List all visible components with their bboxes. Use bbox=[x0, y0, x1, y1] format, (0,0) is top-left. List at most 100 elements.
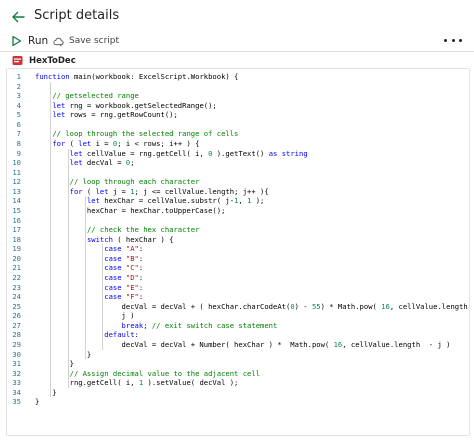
indent-guide bbox=[85, 196, 86, 360]
code-editor[interactable]: 1 function main(workbook: ExcelScript.Wor… bbox=[6, 68, 470, 436]
toolbar: Run Save script bbox=[0, 32, 474, 50]
line-code: switch ( hexChar ) { bbox=[86, 234, 174, 244]
office-script-icon bbox=[12, 56, 23, 65]
code-line[interactable]: 7 // loop through the selected range of … bbox=[7, 129, 469, 139]
line-number: 34 bbox=[12, 387, 21, 397]
code-line[interactable]: 5 let rows = rng.getRowCount(); bbox=[7, 110, 469, 120]
code-line[interactable]: 29 decVal = decVal + Number( hexChar ) *… bbox=[7, 340, 469, 350]
line-number: 24 bbox=[12, 292, 21, 302]
code-line[interactable]: 15 hexChar = hexChar.toUpperCase(); bbox=[7, 206, 469, 216]
code-line[interactable]: 34 } bbox=[7, 388, 469, 398]
line-number: 11 bbox=[12, 167, 21, 177]
line-number: 27 bbox=[12, 320, 21, 330]
run-button[interactable]: Run bbox=[11, 32, 48, 50]
code-line[interactable]: 12 // loop through each character bbox=[7, 177, 469, 187]
code-line[interactable]: 23 case "E": bbox=[7, 283, 469, 293]
line-number: 14 bbox=[12, 196, 21, 206]
code-line[interactable]: 10 let decVal = 0; bbox=[7, 158, 469, 168]
code-line[interactable]: 4 let rng = workbook.getSelectedRange(); bbox=[7, 101, 469, 111]
more-options-icon bbox=[444, 38, 447, 42]
line-number: 15 bbox=[12, 205, 21, 215]
code-line[interactable]: 25 decVal = decVal + ( hexChar.charCodeA… bbox=[7, 302, 469, 312]
play-icon bbox=[12, 35, 22, 47]
arrow-left-icon[interactable] bbox=[11, 10, 25, 24]
line-code: let hexChar = cellValue.substr( j-1, 1 )… bbox=[86, 196, 265, 206]
line-number: 17 bbox=[12, 225, 21, 235]
line-number: 33 bbox=[12, 378, 21, 388]
line-number: 20 bbox=[12, 253, 21, 263]
line-number: 26 bbox=[12, 311, 21, 321]
code-line[interactable]: 28 default: bbox=[7, 330, 469, 340]
page-title: Script details bbox=[34, 8, 120, 23]
line-code: // loop through the selected range of ce… bbox=[52, 129, 239, 139]
line-number: 2 bbox=[16, 81, 21, 91]
divider bbox=[0, 51, 474, 52]
code-line[interactable]: 8 for ( let i = 0; i < rows; i++ ) { bbox=[7, 139, 469, 149]
line-number: 5 bbox=[16, 110, 21, 120]
line-code: } bbox=[35, 349, 92, 359]
save-script-label: Save script bbox=[69, 36, 120, 46]
line-number: 30 bbox=[12, 349, 21, 359]
line-number: 4 bbox=[16, 100, 21, 110]
more-options-button[interactable] bbox=[444, 33, 462, 47]
line-number: 35 bbox=[12, 397, 21, 407]
line-code: let rng = workbook.getSelectedRange(); bbox=[52, 100, 217, 110]
save-script-button[interactable]: Save script bbox=[53, 32, 119, 50]
line-number: 29 bbox=[12, 339, 21, 349]
line-number: 18 bbox=[12, 234, 21, 244]
code-line[interactable]: 32 // Assign decimal value to the adjace… bbox=[7, 369, 469, 379]
line-number: 6 bbox=[16, 119, 21, 129]
line-number: 31 bbox=[12, 359, 21, 369]
code-line[interactable]: 16 bbox=[7, 216, 469, 226]
header-bar: Script details bbox=[0, 0, 474, 32]
indent-guide bbox=[50, 81, 52, 398]
code-line[interactable]: 26 j ) bbox=[7, 311, 469, 321]
line-number: 23 bbox=[12, 282, 21, 292]
code-line[interactable]: 13 for ( let j = 1; j <= cellValue.lengt… bbox=[7, 187, 469, 197]
line-number: 8 bbox=[16, 138, 21, 148]
code-line[interactable]: 17 // check the hex character bbox=[7, 225, 469, 235]
script-name-row: HexToDec bbox=[12, 53, 76, 68]
line-number: 13 bbox=[12, 186, 21, 196]
line-number: 3 bbox=[16, 91, 21, 101]
line-number: 19 bbox=[12, 244, 21, 254]
line-number: 12 bbox=[12, 177, 21, 187]
run-label: Run bbox=[28, 35, 49, 47]
indent-guide bbox=[102, 244, 104, 350]
code-line[interactable]: 1 function main(workbook: ExcelScript.Wor… bbox=[7, 72, 469, 82]
code-line[interactable]: 14 let hexChar = cellValue.substr( j-1, … bbox=[7, 196, 469, 206]
line-code: } bbox=[35, 387, 57, 397]
code-line[interactable]: 20 case "B": bbox=[7, 254, 469, 264]
line-code: for ( let i = 0; i < rows; i++ ) { bbox=[52, 138, 200, 148]
code-line[interactable]: 11 bbox=[7, 168, 469, 178]
code-line[interactable]: 35} bbox=[7, 397, 469, 407]
code-line[interactable]: 27 break; // exit switch case statement bbox=[7, 321, 469, 331]
line-number: 32 bbox=[12, 368, 21, 378]
line-code: } bbox=[35, 397, 40, 407]
code-line[interactable]: 18 switch ( hexChar ) { bbox=[7, 235, 469, 245]
code-line[interactable]: 19 case "A": bbox=[7, 244, 469, 254]
line-number: 1 bbox=[16, 72, 21, 81]
code-line[interactable]: 9 let cellValue = rng.getCell( i, 0 ).ge… bbox=[7, 149, 469, 159]
line-number: 7 bbox=[16, 129, 21, 139]
line-code: let cellValue = rng.getCell( i, 0 ).getT… bbox=[69, 148, 308, 158]
line-code: // check the hex character bbox=[86, 225, 200, 235]
code-line[interactable]: 30 } bbox=[7, 350, 469, 360]
code-line[interactable]: 21 case "C": bbox=[7, 263, 469, 273]
code-line[interactable]: 3 // getselected range bbox=[7, 91, 469, 101]
line-code: // loop through each character bbox=[69, 177, 200, 187]
code-line[interactable]: 31 } bbox=[7, 359, 469, 369]
line-number: 10 bbox=[12, 158, 21, 168]
line-code: let rows = rng.getRowCount(); bbox=[52, 110, 178, 120]
line-code: for ( let j = 1; j <= cellValue.length; … bbox=[69, 186, 269, 196]
line-number: 9 bbox=[16, 148, 21, 158]
code-line[interactable]: 24 case "F": bbox=[7, 292, 469, 302]
code-line[interactable]: 6 bbox=[7, 120, 469, 130]
code-line[interactable]: 33 rng.getCell( i, 1 ).setValue( decVal … bbox=[7, 378, 469, 388]
line-number: 21 bbox=[12, 263, 21, 273]
line-number: 22 bbox=[12, 272, 21, 282]
line-code: decVal = decVal + Number( hexChar ) * Ma… bbox=[35, 339, 451, 349]
line-number: 25 bbox=[12, 301, 21, 311]
code-line[interactable]: 2 bbox=[7, 82, 469, 92]
code-line[interactable]: 22 case "D": bbox=[7, 273, 469, 283]
